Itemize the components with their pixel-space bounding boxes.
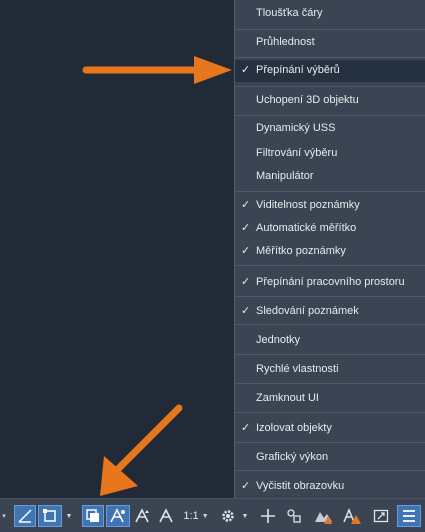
menu-separator: [235, 115, 425, 116]
menu-separator: [235, 191, 425, 192]
statusbar-caret[interactable]: ▾: [0, 505, 8, 527]
menu-item-annotation-monitor[interactable]: ✓ Sledování poznámek: [235, 301, 425, 321]
plus-icon[interactable]: [257, 505, 279, 527]
menu-separator: [235, 29, 425, 30]
statusbar-customization-menu: Tloušťka čáry Průhlednost ✓ Přepínání výb…: [234, 0, 425, 498]
menu-separator: [235, 265, 425, 266]
check-icon: ✓: [241, 305, 251, 317]
menu-item-selection-filtering[interactable]: Filtrování výběru: [235, 143, 425, 163]
chevron-down-icon[interactable]: ▼: [64, 505, 74, 527]
menu-separator: [235, 470, 425, 471]
selection-cycling-icon[interactable]: [82, 505, 104, 527]
units-icon[interactable]: [283, 505, 305, 527]
check-icon: ✓: [241, 480, 251, 492]
menu-item-clean-screen[interactable]: ✓ Vyčistit obrazovku: [235, 476, 425, 496]
scale-dropdown[interactable]: 1:1 ▼: [180, 505, 212, 527]
menu-item-annotation-scale[interactable]: ✓ Měřítko poznámky: [235, 241, 425, 261]
clean-screen-icon[interactable]: [370, 505, 392, 527]
scale-label: 1:1: [183, 510, 199, 522]
menu-item-graphics-performance[interactable]: Grafický výkon: [235, 447, 425, 467]
menu-item-lineweight[interactable]: Tloušťka čáry: [235, 3, 425, 23]
menu-item-gizmo[interactable]: Manipulátor: [235, 166, 425, 186]
selection-cycling-toggle-icon[interactable]: [38, 505, 62, 527]
menu-separator: [235, 412, 425, 413]
check-icon: ✓: [241, 222, 251, 234]
annotation-visibility-icon[interactable]: [106, 505, 130, 527]
check-icon: ✓: [241, 64, 251, 76]
check-icon: ✓: [241, 276, 251, 288]
menu-separator: [235, 57, 425, 58]
menu-separator: [235, 354, 425, 355]
menu-item-lock-ui[interactable]: Zamknout UI: [235, 388, 425, 408]
chevron-down-icon[interactable]: ▼: [240, 505, 250, 527]
drawing-canvas[interactable]: [0, 0, 234, 498]
check-icon: ✓: [241, 245, 251, 257]
isolate-objects-icon[interactable]: [340, 505, 364, 527]
menu-item-units[interactable]: Jednotky: [235, 330, 425, 350]
menu-item-dynamic-ucs[interactable]: Dynamický USS: [235, 118, 425, 138]
menu-item-quick-properties[interactable]: Rychlé vlastnosti: [235, 359, 425, 379]
menu-item-3d-osnap[interactable]: Uchopení 3D objektu: [235, 90, 425, 110]
menu-separator: [235, 86, 425, 87]
menu-separator: [235, 442, 425, 443]
menu-item-annotation-visibility[interactable]: ✓ Viditelnost poznámky: [235, 195, 425, 215]
menu-item-auto-scale[interactable]: ✓ Automatické měřítko: [235, 218, 425, 238]
ortho-icon[interactable]: [14, 505, 36, 527]
menu-separator: [235, 296, 425, 297]
check-icon: ✓: [241, 422, 251, 434]
quick-properties-icon[interactable]: [312, 505, 336, 527]
gear-icon[interactable]: [216, 505, 240, 527]
menu-item-transparency[interactable]: Průhlednost: [235, 32, 425, 52]
hamburger-menu-icon[interactable]: [397, 505, 421, 527]
menu-separator: [235, 383, 425, 384]
menu-item-selection-cycling[interactable]: ✓ Přepínání výběrů: [235, 60, 425, 82]
annotation-scale-icon[interactable]: [156, 505, 176, 527]
menu-item-workspace-switching[interactable]: ✓ Přepínání pracovního prostoru: [235, 272, 425, 292]
check-icon: ✓: [241, 199, 251, 211]
menu-separator: [235, 324, 425, 325]
auto-scale-icon[interactable]: [132, 505, 154, 527]
menu-item-isolate-objects[interactable]: ✓ Izolovat objekty: [235, 418, 425, 438]
status-bar: ▾ ▼ 1:1 ▼ ▼: [0, 498, 425, 532]
